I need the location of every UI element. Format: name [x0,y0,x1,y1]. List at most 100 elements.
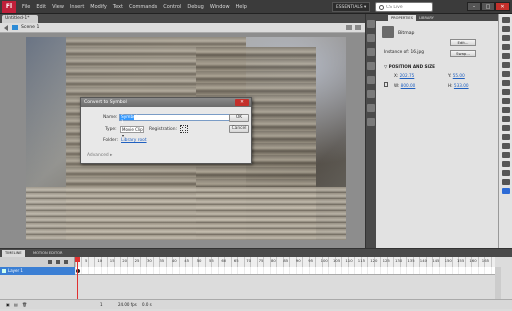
new-layer-icon[interactable]: ▣ [6,302,10,307]
menu-help[interactable]: Help [236,4,247,10]
frame-tick-label: 50 [196,258,202,263]
close-window-button[interactable]: ✕ [495,2,510,11]
transform-panel-icon[interactable] [367,76,375,84]
frame-row[interactable] [75,267,495,275]
frame-tick-label: 40 [171,258,177,263]
y-value[interactable]: 55.00 [453,73,465,78]
minimize-button[interactable]: – [467,2,481,11]
edit-scene-icon[interactable] [346,25,352,30]
bone-tool-icon[interactable] [502,125,510,131]
layer-name[interactable]: Layer 1 [8,268,23,273]
stroke-color-icon[interactable] [502,179,510,185]
document-tab-bar: Untitled-1* [0,14,365,23]
lock-icon[interactable] [384,82,388,87]
hand-tool-icon[interactable] [502,161,510,167]
document-tab[interactable]: Untitled-1* [2,15,38,23]
tab-motion-editor[interactable]: MOTION EDITOR [30,250,65,257]
menu-file[interactable]: File [22,4,30,10]
outline-icon[interactable] [64,260,68,264]
edit-symbol-icon[interactable] [355,25,361,30]
tab-timeline[interactable]: TIMELINE [2,250,25,257]
frame-tick-label: 75 [258,258,264,263]
paint-bucket-tool-icon[interactable] [502,134,510,140]
pen-tool-icon[interactable] [502,62,510,68]
code-snippets-icon[interactable] [367,118,375,126]
frame-tick-label: 130 [395,258,403,263]
y-label: Y: [448,73,452,78]
free-transform-tool-icon[interactable] [502,35,510,41]
delete-layer-icon[interactable]: 🗑 [22,302,27,307]
w-label: W: [394,83,400,88]
frame-tick-label: 20 [122,258,128,263]
selection-tool-icon[interactable] [502,17,510,23]
menu-insert[interactable]: Insert [70,4,84,10]
frame-tick-label: 10 [97,258,103,263]
new-folder-icon[interactable]: ▤ [14,302,18,307]
dialog-title-bar: Convert to Symbol ✕ [81,98,251,107]
swap-button[interactable]: Swap... [450,50,476,57]
frame-tick-label: 25 [134,258,140,263]
maximize-button[interactable]: □ [481,2,495,11]
menu-edit[interactable]: Edit [36,4,46,10]
show-hide-icon[interactable] [48,260,52,264]
components-panel-icon[interactable] [367,90,375,98]
edit-button[interactable]: Edit... [450,39,476,46]
elapsed-time: 0.0 s [142,302,152,307]
search-field[interactable] [375,2,433,12]
timeline-scrollbar[interactable] [495,267,501,299]
scene-label[interactable]: Scene 1 [21,25,39,30]
bitmap-icon [382,26,394,38]
tab-properties[interactable]: PROPERTIES [388,15,416,21]
menu-view[interactable]: View [52,4,64,10]
align-panel-icon[interactable] [367,48,375,56]
rectangle-tool-icon[interactable] [502,89,510,95]
type-label: Type: [105,127,117,132]
dialog-close-button[interactable]: ✕ [235,99,249,106]
subselection-tool-icon[interactable] [502,26,510,32]
text-tool-icon[interactable] [502,71,510,77]
color-panel-icon[interactable] [367,20,375,28]
lasso-tool-icon[interactable] [502,53,510,59]
menu-window[interactable]: Window [210,4,230,10]
info-panel-icon[interactable] [367,62,375,70]
menu-commands[interactable]: Commands [129,4,157,10]
fill-color-icon[interactable] [502,188,510,194]
symbol-type-select[interactable]: Movie Clip ▾ [120,126,144,138]
layer-row[interactable]: Layer 1 [0,267,75,275]
eraser-tool-icon[interactable] [502,152,510,158]
swatches-panel-icon[interactable] [367,34,375,42]
x-value[interactable]: 202.75 [400,73,415,78]
brush-tool-icon[interactable] [502,107,510,113]
zoom-tool-icon[interactable] [502,170,510,176]
menu-debug[interactable]: Debug [187,4,203,10]
3d-rotation-tool-icon[interactable] [502,44,510,50]
workspace-switcher[interactable]: ESSENTIALS ▾ [332,2,370,12]
pencil-tool-icon[interactable] [502,98,510,104]
ok-button[interactable]: OK [229,114,249,122]
menu-text[interactable]: Text [113,4,123,10]
eyedropper-tool-icon[interactable] [502,143,510,149]
scene-controls [346,25,361,30]
registration-grid[interactable] [180,125,188,133]
motion-presets-icon[interactable] [367,104,375,112]
line-tool-icon[interactable] [502,80,510,86]
timeline-tab-bar: TIMELINE MOTION EDITOR [0,249,512,257]
deco-tool-icon[interactable] [502,116,510,122]
menu-modify[interactable]: Modify [90,4,107,10]
lock-all-icon[interactable] [56,260,60,264]
position-size-section[interactable]: ▽ POSITION AND SIZE [384,64,435,69]
tab-library[interactable]: LIBRARY [416,15,437,21]
frame-tick-label: 15 [109,258,115,263]
search-input[interactable] [386,4,426,10]
back-arrow-icon[interactable] [4,24,8,31]
playhead[interactable] [77,257,78,301]
frame-rate[interactable]: 24.00 fps [118,302,137,307]
w-value[interactable]: 800.00 [401,83,416,88]
cancel-button[interactable]: Cancel [229,125,249,133]
h-value[interactable]: 533.00 [454,83,469,88]
menu-control[interactable]: Control [163,4,181,10]
frame-ruler[interactable]: 5 10 15 20 25 30 35 40 45 50 55 60 65 70 75 80 85 90 95 100… [75,257,495,267]
folder-link[interactable]: Library root [121,138,147,143]
frame-tick-label: 135 [407,258,415,263]
advanced-toggle[interactable]: Advanced ▸ [87,153,112,158]
